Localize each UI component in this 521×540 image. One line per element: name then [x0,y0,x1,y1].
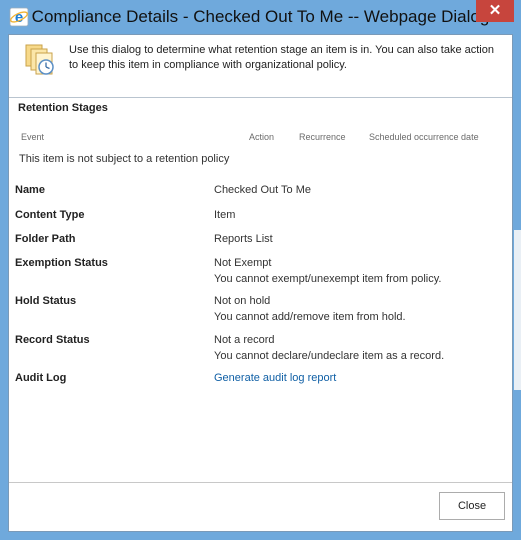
record-status-text: Not a record [214,334,275,346]
name-label: Name [15,184,45,196]
hold-status-label: Hold Status [15,295,77,307]
content-type-value: Item [214,209,236,221]
column-header-recurrence: Recurrence [299,132,346,142]
exemption-status-note: You cannot exempt/unexempt item from pol… [214,273,442,285]
record-status-note: You cannot declare/undeclare item as a r… [214,350,445,362]
record-status-value: Not a record You cannot declare/undeclar… [214,332,444,364]
audit-log-label: Audit Log [15,372,67,384]
name-value: Checked Out To Me [214,184,312,196]
window-title: Compliance Details - Checked Out To Me -… [31,7,490,26]
retention-stages-heading: Retention Stages [18,102,108,114]
window-close-button[interactable]: ✕ [476,0,514,22]
hold-status-value: Not on hold You cannot add/remove item f… [214,293,406,325]
title-bar[interactable]: e Compliance Details - Checked Out To Me… [0,0,521,34]
hold-status-text: Not on hold [214,295,271,307]
record-status-label: Record Status [15,334,90,346]
folder-path-label: Folder Path [15,233,76,245]
section-divider [9,97,512,98]
intro-section: Use this dialog to determine what retent… [9,35,512,97]
folder-path-value: Reports List [214,233,273,245]
dialog-content: Use this dialog to determine what retent… [8,34,513,532]
compliance-documents-clock-icon [25,44,54,75]
background-page-edge [514,230,521,390]
no-retention-policy-message: This item is not subject to a retention … [19,153,230,165]
intro-description: Use this dialog to determine what retent… [69,44,494,71]
column-header-action: Action [249,132,275,142]
content-type-label: Content Type [15,209,85,221]
dialog-window: e Compliance Details - Checked Out To Me… [0,0,521,540]
exemption-status-label: Exemption Status [15,257,108,269]
hold-status-note: You cannot add/remove item from hold. [214,311,406,323]
footer-divider [9,482,512,483]
close-button[interactable]: Close [439,492,505,520]
exemption-status-value: Not Exempt You cannot exempt/unexempt it… [214,255,441,287]
exemption-status-text: Not Exempt [214,257,272,269]
column-header-scheduled-date: Scheduled occurrence date [369,132,479,142]
generate-audit-log-link[interactable]: Generate audit log report [214,370,336,386]
column-header-event: Event [21,132,45,142]
